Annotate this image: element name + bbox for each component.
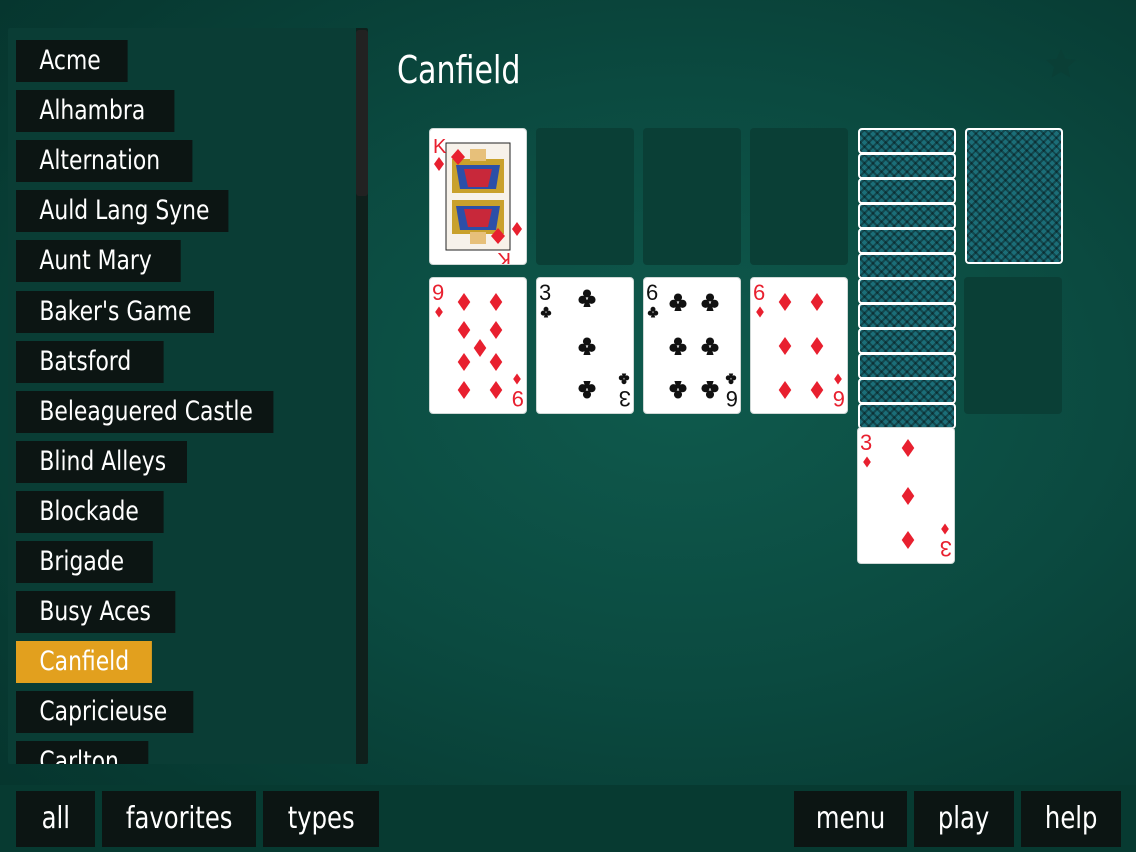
reserve-card-back — [858, 378, 956, 404]
reserve-card-back — [858, 278, 956, 304]
game-list-item[interactable]: Canfield — [16, 641, 152, 684]
play-button[interactable]: play — [914, 791, 1014, 847]
king-face-icon: K K — [433, 136, 522, 264]
favorites-button[interactable]: favorites — [102, 791, 256, 847]
game-list-panel: Acme Alhambra Alternation Auld Lang Syne Aun… — [8, 28, 368, 764]
tableau-card-9-diamonds[interactable]: 99 — [429, 277, 527, 414]
all-button[interactable]: all — [16, 791, 95, 847]
help-button[interactable]: help — [1021, 791, 1121, 847]
reserve-card-back — [858, 153, 956, 179]
card-rank-label: 6 — [753, 280, 765, 305]
reserve-card-back — [858, 203, 956, 229]
game-list-item[interactable]: Blind Alleys — [16, 440, 187, 483]
reserve-top-card-3-diamonds[interactable]: 33 — [857, 427, 955, 564]
tableau-card-6-clubs[interactable]: 66 — [643, 277, 741, 414]
tableau-card-6-diamonds[interactable]: 66 — [750, 277, 848, 414]
foundation-slot-2[interactable] — [536, 128, 634, 265]
card-rank-label: 3 — [619, 386, 631, 411]
scroll-thumb[interactable] — [356, 30, 368, 196]
game-list-item[interactable]: Acme — [16, 40, 128, 82]
card-rank-label: 3 — [539, 280, 551, 305]
card-rank-label: 6 — [646, 280, 658, 305]
card-rank-label: 3 — [860, 430, 872, 455]
reserve-card-back — [858, 253, 956, 279]
game-list-item[interactable]: Alternation — [16, 140, 192, 183]
card-rank-label: 6 — [726, 386, 738, 411]
card-rank-label: 9 — [512, 386, 524, 411]
card-rank-label: 9 — [432, 280, 444, 305]
game-list-item[interactable]: Brigade — [16, 541, 153, 583]
game-list-item[interactable]: Batsford — [16, 340, 164, 383]
game-list-item[interactable]: Auld Lang Syne — [16, 190, 228, 233]
reserve-card-back — [858, 128, 956, 154]
reserve-card-back — [858, 178, 956, 204]
game-list-item[interactable]: Alhambra — [16, 90, 174, 133]
reserve-card-back — [858, 228, 956, 254]
reserve-card-back — [858, 353, 956, 379]
game-list-item[interactable]: Baker's Game — [16, 290, 214, 333]
reserve-card-back — [858, 328, 956, 354]
page-title: Canfield — [397, 48, 521, 92]
foundation-card-king-diamonds[interactable]: K K — [429, 128, 527, 265]
reserve-card-back — [858, 403, 956, 429]
card-rank-label: 3 — [940, 536, 952, 561]
types-button[interactable]: types — [263, 791, 379, 847]
game-list-item[interactable]: Capricieuse — [16, 691, 193, 734]
game-list-item[interactable]: Blockade — [16, 490, 164, 533]
reserve-card-back — [858, 303, 956, 329]
stock-pile[interactable] — [965, 128, 1063, 264]
tableau-card-3-clubs[interactable]: 33 — [536, 277, 634, 414]
game-list-item[interactable]: Busy Aces — [16, 591, 175, 634]
game-list-item[interactable]: Carlton — [16, 741, 148, 764]
card-rank-label: 6 — [833, 386, 845, 411]
foundation-slot-3[interactable] — [643, 128, 741, 265]
menu-button[interactable]: menu — [794, 791, 907, 847]
game-list-item[interactable]: Beleaguered Castle — [16, 390, 273, 433]
scrollbar[interactable] — [356, 28, 368, 764]
svg-text:K: K — [433, 136, 447, 158]
favorite-star-icon[interactable] — [1043, 46, 1079, 82]
svg-text:K: K — [497, 248, 511, 264]
game-list-item[interactable]: Aunt Mary — [16, 240, 181, 283]
foundation-slot-4[interactable] — [750, 128, 848, 265]
waste-slot[interactable] — [964, 277, 1062, 414]
